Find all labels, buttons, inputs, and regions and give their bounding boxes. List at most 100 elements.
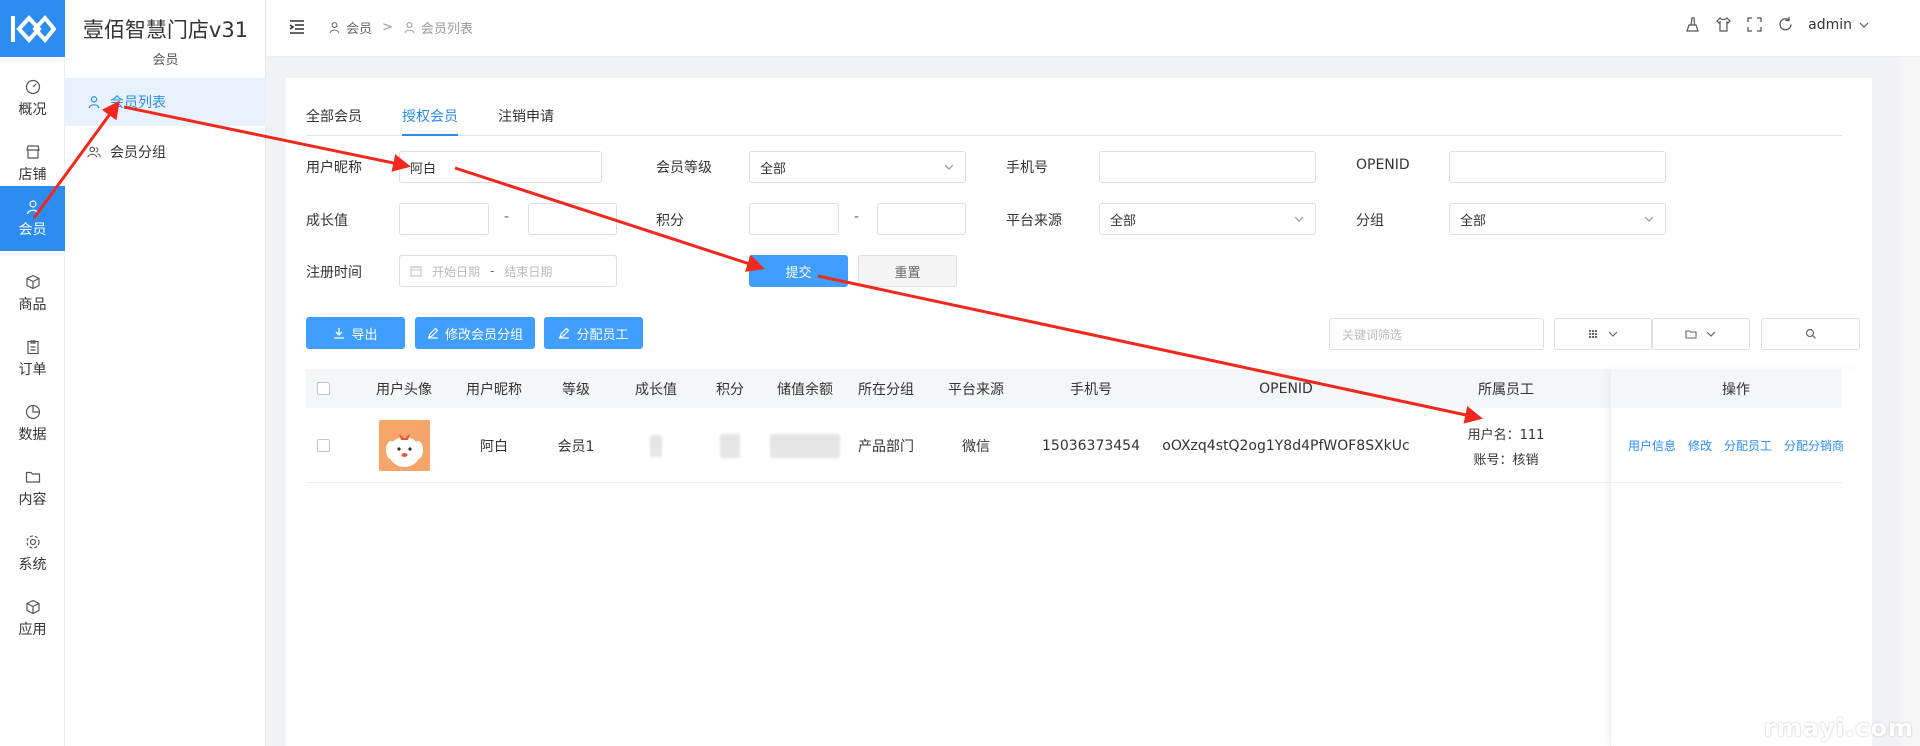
user-menu[interactable]: admin (1808, 17, 1870, 33)
growth-max-input[interactable] (528, 203, 617, 235)
keyword-filter-input[interactable]: 关键词筛选 (1329, 318, 1544, 350)
assign-staff-label: 分配员工 (576, 327, 629, 343)
gauge-icon (25, 79, 40, 94)
col-group: 所在分组 (858, 381, 914, 398)
shop-title: 壹佰智慧门店v31 (82, 18, 249, 42)
rail-item-overview[interactable]: 概况 (0, 66, 65, 131)
sidebar-item-member-list[interactable]: 会员列表 (65, 78, 266, 126)
clear-cache-icon[interactable] (1684, 16, 1701, 33)
rail-label: 概况 (18, 101, 47, 118)
phone-input[interactable] (1099, 151, 1316, 183)
range-separator: - (490, 264, 495, 278)
breadcrumb: 会员 > 会员列表 (328, 18, 473, 37)
staff-info: 用户名：111 账号：核销 (1468, 424, 1545, 468)
growth-cell (616, 408, 696, 483)
rail-item-data[interactable]: 数据 (0, 391, 65, 456)
watermark: rmayi.com (1764, 714, 1914, 742)
folder-icon (25, 471, 40, 483)
header-toolbar: admin (1684, 16, 1870, 33)
reset-label: 重置 (894, 265, 921, 281)
chevron-down-icon (1608, 331, 1618, 337)
breadcrumb-item[interactable]: 会员 (346, 18, 372, 37)
edit-icon (559, 327, 570, 339)
nickname-label: 用户昵称 (306, 160, 362, 176)
col-source: 平台来源 (948, 381, 1004, 398)
col-openid: OPENID (1259, 380, 1313, 397)
chevron-down-icon (1644, 216, 1654, 222)
redacted-value (720, 433, 740, 458)
staff-cell: 用户名：111 账号：核销 (1416, 408, 1596, 483)
user-name: admin (1808, 16, 1852, 33)
col-level: 等级 (562, 381, 590, 398)
export-menu-button[interactable] (1652, 318, 1750, 350)
nickname-input[interactable]: 阿白 (399, 151, 602, 183)
level-cell: 会员1 (557, 438, 595, 455)
rail-item-apps[interactable]: 应用 (0, 586, 65, 651)
main-card: 全部会员 授权会员 注销申请 用户昵称 阿白 会员等级 全部 手机号 OPENI… (286, 78, 1872, 746)
export-button[interactable]: 导出 (306, 317, 405, 349)
rail-label: 会员 (18, 221, 47, 238)
submit-button[interactable]: 提交 (749, 255, 848, 287)
search-button[interactable] (1761, 318, 1860, 350)
sidebar-item-label: 会员列表 (110, 95, 166, 111)
select-all-cell[interactable] (306, 369, 340, 408)
chevron-down-icon (1859, 22, 1869, 28)
tab-cancel-requests[interactable]: 注销申请 (498, 106, 554, 136)
page-scrollbar[interactable] (1900, 57, 1920, 746)
row-checkbox[interactable] (316, 439, 330, 452)
avatar-image (378, 420, 430, 471)
tab-authorized-members[interactable]: 授权会员 (402, 106, 458, 136)
user-icon (404, 22, 415, 34)
rail-item-member[interactable]: 会员 (0, 186, 65, 251)
edit-group-button[interactable]: 修改会员分组 (415, 317, 535, 349)
phone-cell: 15036373454 (1042, 437, 1140, 454)
nickname-value: 阿白 (410, 161, 437, 177)
select-all-checkbox[interactable] (316, 382, 330, 395)
points-label: 积分 (656, 213, 684, 229)
store-icon (25, 144, 40, 159)
rail-item-goods[interactable]: 商品 (0, 261, 65, 326)
rail-item-content[interactable]: 内容 (0, 456, 65, 521)
level-label: 会员等级 (656, 160, 712, 176)
sidebar-item-member-group[interactable]: 会员分组 (65, 128, 266, 176)
menu-fold-icon[interactable] (288, 18, 306, 36)
gear-icon (25, 534, 40, 549)
rail-label: 系统 (18, 556, 47, 573)
openid-cell: oOXzq4stQ2og1Y8d4PfWOF8SXkUc (1162, 437, 1410, 454)
source-cell: 微信 (962, 438, 990, 455)
growth-label: 成长值 (306, 213, 348, 229)
edit-group-label: 修改会员分组 (444, 327, 523, 343)
openid-input[interactable] (1449, 151, 1666, 183)
box-icon (25, 274, 40, 289)
points-max-input[interactable] (877, 203, 966, 235)
pie-icon (25, 404, 40, 419)
fullscreen-icon[interactable] (1746, 16, 1763, 33)
refresh-icon[interactable] (1777, 16, 1794, 33)
logo-icon (10, 14, 56, 43)
tab-all-members[interactable]: 全部会员 (306, 106, 362, 136)
growth-min-input[interactable] (399, 203, 489, 235)
theme-shirt-icon[interactable] (1715, 16, 1732, 33)
app-logo[interactable] (0, 0, 65, 57)
level-select[interactable]: 全部 (749, 151, 966, 183)
col-points: 积分 (716, 381, 744, 398)
grid-icon (1589, 330, 1597, 338)
group-select[interactable]: 全部 (1449, 203, 1666, 235)
reset-button[interactable]: 重置 (858, 255, 957, 287)
regtime-date-range[interactable]: 开始日期 - 结束日期 (399, 255, 617, 287)
source-select[interactable]: 全部 (1099, 203, 1316, 235)
points-min-input[interactable] (749, 203, 839, 235)
clipboard-icon (26, 339, 39, 354)
export-label: 导出 (351, 327, 378, 343)
redacted-value (650, 434, 662, 457)
range-separator: - (854, 209, 860, 225)
rail-label: 内容 (18, 491, 47, 508)
staff-account: 账号：核销 (1473, 452, 1539, 468)
rail-item-system[interactable]: 系统 (0, 521, 65, 586)
rail-item-orders[interactable]: 订单 (0, 326, 65, 391)
openid-label: OPENID (1356, 157, 1410, 173)
column-settings-button[interactable] (1554, 318, 1652, 350)
user-icon (88, 96, 100, 109)
row-select-cell[interactable] (306, 408, 340, 483)
assign-staff-button[interactable]: 分配员工 (544, 317, 643, 349)
